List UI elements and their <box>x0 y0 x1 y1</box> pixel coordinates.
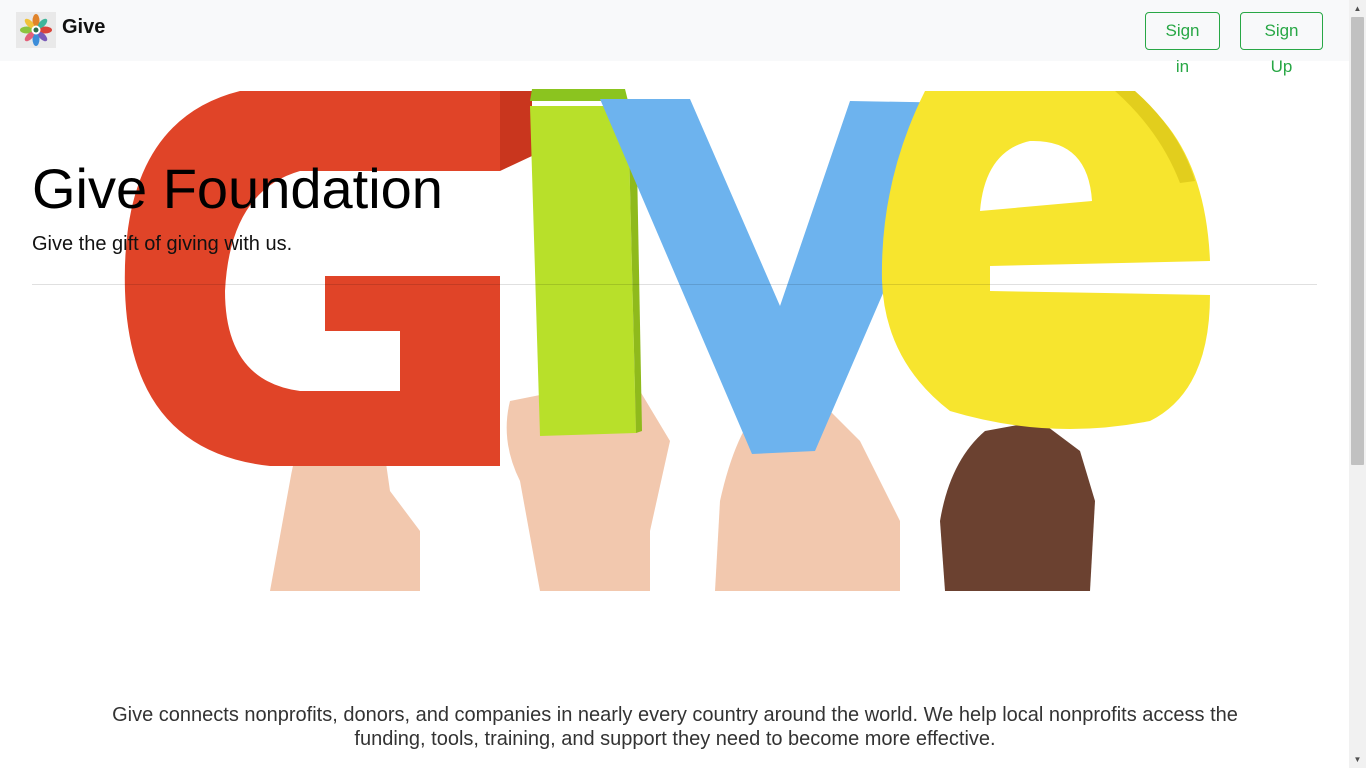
flower-logo-icon <box>20 14 52 46</box>
sign-up-button[interactable]: Sign Up <box>1240 12 1323 76</box>
hero-divider <box>32 284 1317 285</box>
sign-in-button[interactable]: Sign in <box>1145 12 1220 76</box>
about-description: Give connects nonprofits, donors, and co… <box>112 704 1238 750</box>
scroll-down-arrow-icon[interactable]: ▼ <box>1349 751 1366 768</box>
vertical-scrollbar[interactable]: ▲ ▼ <box>1349 0 1366 768</box>
scroll-up-arrow-icon[interactable]: ▲ <box>1349 0 1366 17</box>
top-navbar: Give Sign in Sign Up <box>0 0 1349 76</box>
hands-holding-give-letters-image <box>124 89 1210 591</box>
hero-title: Give Foundation <box>32 157 443 220</box>
hero-section: Give Foundation Give the gift of giving … <box>0 61 1349 591</box>
hero-subtitle: Give the gift of giving with us. <box>32 233 293 255</box>
brand-name[interactable]: Give <box>62 16 105 39</box>
scroll-thumb[interactable] <box>1351 17 1364 465</box>
brand-logo[interactable] <box>16 12 56 48</box>
